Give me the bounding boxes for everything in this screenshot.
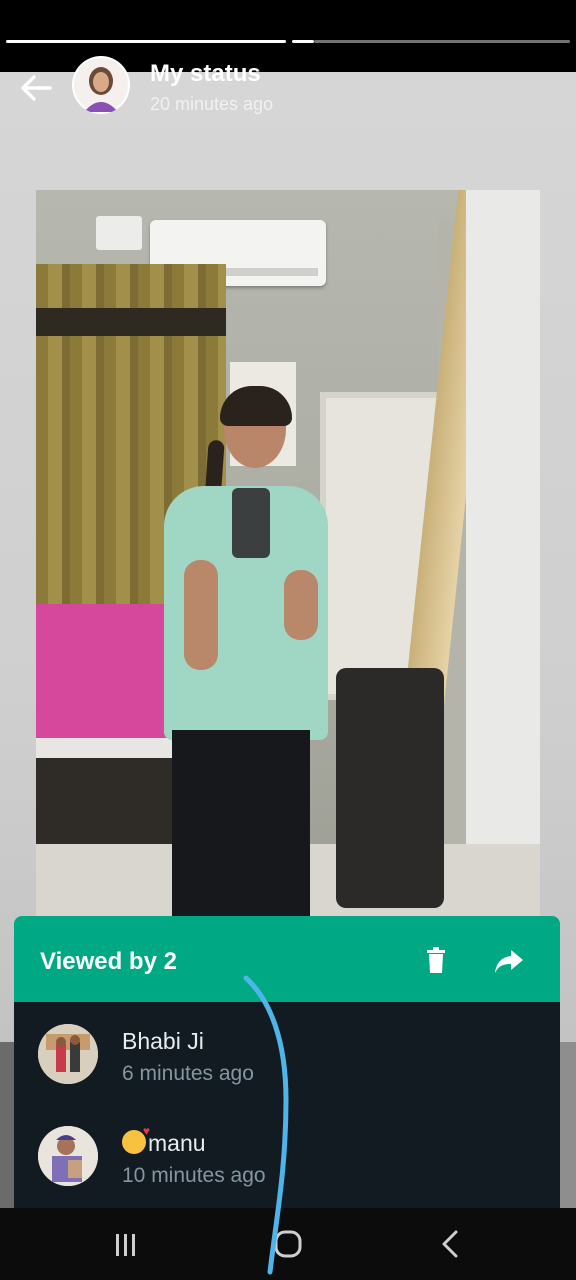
forward-button[interactable] (492, 946, 526, 976)
delete-button[interactable] (420, 944, 452, 976)
forward-icon (495, 950, 523, 973)
status-header: My status 20 minutes ago (0, 50, 576, 130)
system-navigation-bar (0, 1208, 576, 1280)
status-progress-segment-current-filled (292, 40, 314, 43)
status-progress-segment-viewed (6, 40, 286, 43)
viewer-name: manu (122, 1124, 206, 1157)
back-button[interactable] (18, 72, 54, 104)
viewers-list: Bhabi Ji 6 minutes ago manu 10 minutes a… (14, 1002, 560, 1208)
status-title: My status (150, 60, 261, 87)
status-photo (36, 190, 540, 916)
profile-avatar[interactable] (72, 56, 130, 114)
smiling-face-with-hearts-icon (122, 1124, 150, 1154)
avatar (38, 1126, 98, 1186)
viewed-by-header: Viewed by 2 (14, 916, 560, 1002)
photo-chair (336, 668, 444, 908)
delete-icon (427, 947, 445, 973)
profile-photo (74, 58, 128, 112)
status-timestamp: 20 minutes ago (150, 94, 274, 114)
status-progress-segment-current-remaining (314, 40, 570, 43)
viewer-time: 6 minutes ago (122, 1062, 254, 1085)
viewer-time: 10 minutes ago (122, 1164, 266, 1187)
viewer-row-manu[interactable]: manu 10 minutes ago (14, 1104, 560, 1204)
recent-apps-icon (116, 1234, 135, 1256)
back-arrow-icon (21, 75, 52, 101)
avatar (38, 1024, 98, 1084)
nav-back-button[interactable] (426, 1224, 474, 1264)
viewer-name: Bhabi Ji (122, 1028, 204, 1054)
viewed-by-title: Viewed by 2 (40, 948, 177, 975)
home-icon (274, 1230, 302, 1258)
recent-apps-button[interactable] (102, 1224, 150, 1264)
home-button[interactable] (264, 1224, 312, 1264)
viewer-row-bhabi-ji[interactable]: Bhabi Ji 6 minutes ago (14, 1002, 560, 1102)
nav-back-icon (442, 1230, 458, 1258)
